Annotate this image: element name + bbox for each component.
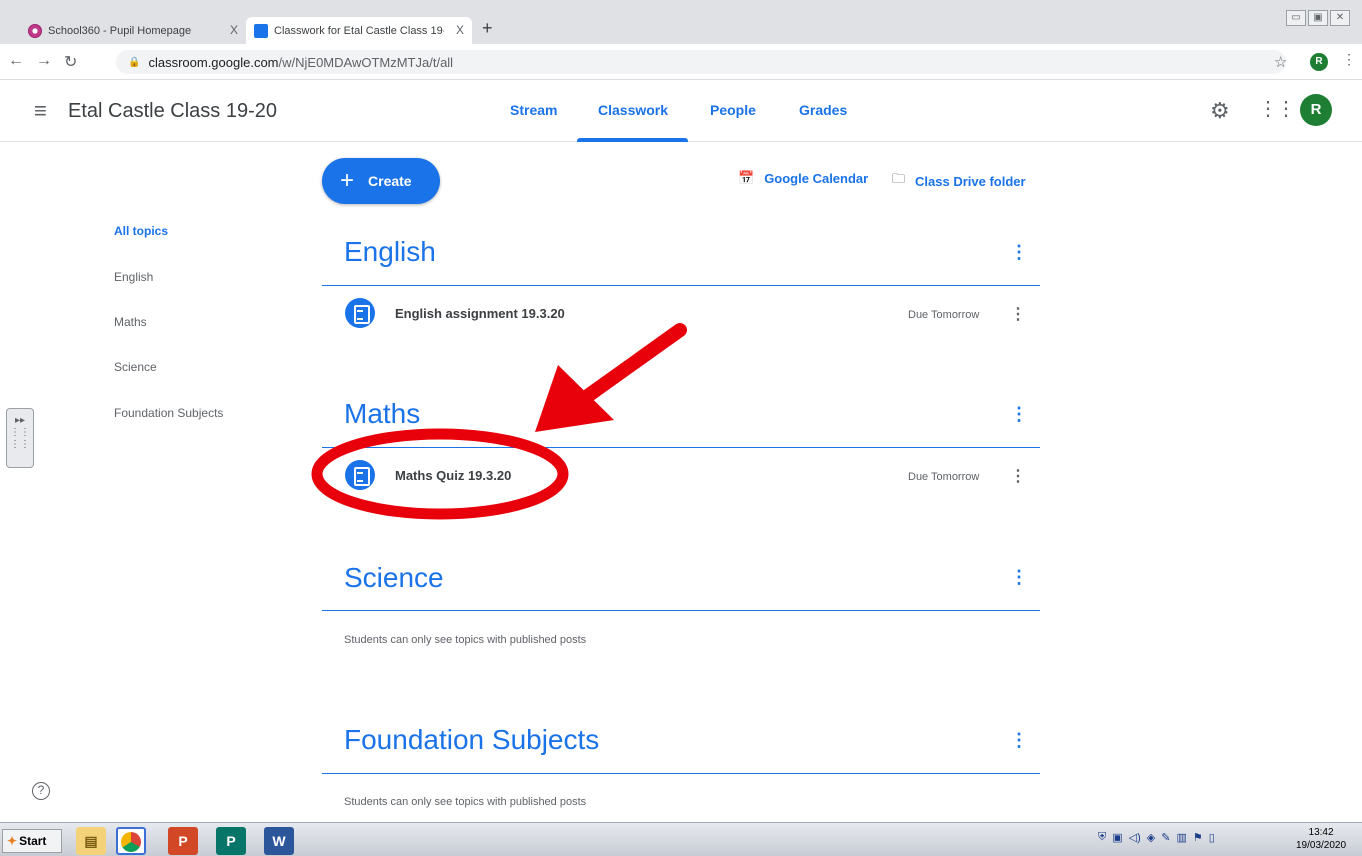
window-controls: ▭ ▣ ✕: [1286, 10, 1350, 26]
tab-classwork[interactable]: Classwork for Etal Castle Class 19-2 X: [246, 17, 472, 44]
tab-school360[interactable]: School360 - Pupil Homepage X: [20, 17, 246, 44]
tray-monitor-icon[interactable]: ▥: [1176, 831, 1186, 844]
browser-profile-avatar[interactable]: R: [1310, 53, 1328, 71]
sidebar-topic-all[interactable]: All topics: [114, 224, 168, 238]
section-title-foundation: Foundation Subjects: [344, 724, 600, 755]
url-domain: classroom.google.com: [148, 54, 279, 70]
assignment-title[interactable]: English assignment 19.3.20: [395, 306, 565, 321]
calendar-label: Google Calendar: [764, 170, 869, 186]
system-tray: ⛨ ▣ ◁) ◈ ✎ ▥ ⚑ ▯: [1098, 831, 1215, 844]
lock-icon: 🔒: [128, 56, 141, 68]
start-label: Start: [19, 834, 47, 848]
section-divider: [322, 610, 1040, 611]
address-bar[interactable]: 🔒 classroom.google.com/w/NjE0MDAwOTMzMTJ…: [116, 50, 1286, 74]
file-explorer-icon[interactable]: ▤: [76, 827, 106, 855]
tray-flag-icon[interactable]: ⚑: [1193, 831, 1203, 844]
minimize-icon[interactable]: ▭: [1286, 10, 1306, 26]
section-title-science: Science: [344, 562, 444, 593]
due-date: Due Tomorrow: [908, 309, 980, 321]
start-button[interactable]: ✦ Start: [2, 829, 62, 853]
empty-topic-note: Students can only see topics with publis…: [344, 796, 587, 808]
sidebar-topic-maths[interactable]: Maths: [114, 315, 147, 329]
assignment-icon: [345, 298, 375, 328]
powerpoint-icon[interactable]: P: [168, 827, 198, 855]
tray-device-icon[interactable]: ▯: [1209, 831, 1215, 844]
due-date: Due Tomorrow: [908, 471, 980, 483]
browser-toolbar: ← → ↻ 🔒 classroom.google.com/w/NjE0MDAwO…: [0, 44, 1362, 80]
settings-gear-icon[interactable]: ⚙: [1210, 98, 1230, 124]
item-more-icon[interactable]: ⋮: [1010, 304, 1026, 324]
windows-flag-icon: ✦: [7, 834, 18, 848]
url-path: /w/NjE0MDAwOTMzMTJa/t/all: [278, 54, 454, 70]
section-title-maths: Maths: [344, 398, 421, 429]
classroom-header: ≡ Etal Castle Class 19-20 Stream Classwo…: [0, 80, 1362, 142]
word-icon[interactable]: W: [264, 827, 294, 855]
active-tab-indicator: [577, 138, 688, 142]
create-label: Create: [368, 173, 412, 189]
tab-title: Classwork for Etal Castle Class 19-2: [274, 24, 444, 37]
network-icon[interactable]: ▣: [1112, 831, 1122, 844]
tab-title: School360 - Pupil Homepage: [48, 24, 192, 37]
reload-icon[interactable]: ↻: [64, 52, 77, 72]
section-divider: [322, 285, 1040, 286]
assignment-icon: [345, 460, 375, 490]
help-icon[interactable]: ?: [32, 782, 50, 800]
school360-icon: [28, 23, 42, 38]
browser-tab-strip: School360 - Pupil Homepage X Classwork f…: [0, 0, 1362, 44]
class-drive-folder-link[interactable]: 🗀 Class Drive folder: [892, 170, 1026, 192]
arrow-shaft: [568, 323, 687, 412]
section-more-icon[interactable]: ⋮: [1010, 567, 1028, 588]
section-divider: [322, 773, 1040, 774]
volume-icon[interactable]: ◁): [1129, 831, 1141, 844]
drive-label: Class Drive folder: [915, 173, 1026, 189]
main-menu-icon[interactable]: ≡: [34, 98, 47, 124]
chrome-icon[interactable]: [116, 827, 146, 855]
tray-tool-icon[interactable]: ✎: [1161, 831, 1170, 844]
create-button[interactable]: + Create: [322, 158, 440, 204]
class-title[interactable]: Etal Castle Class 19-20: [68, 100, 277, 123]
windows-taskbar: ✦ Start ▤ P P W ⛨ ▣ ◁) ◈ ✎ ▥ ⚑ ▯ 13:42 1…: [0, 822, 1362, 856]
maximize-icon[interactable]: ▣: [1308, 10, 1328, 26]
section-more-icon[interactable]: ⋮: [1010, 730, 1028, 751]
publisher-icon[interactable]: P: [216, 827, 246, 855]
assignment-title[interactable]: Maths Quiz 19.3.20: [395, 468, 511, 483]
plus-icon: +: [340, 167, 355, 194]
item-more-icon[interactable]: ⋮: [1010, 466, 1026, 486]
sidebar-topic-english[interactable]: English: [114, 270, 153, 284]
section-title-english: English: [344, 236, 436, 267]
back-arrow-icon[interactable]: ←: [8, 52, 24, 70]
arrow-head: [535, 365, 614, 432]
bookmark-star-icon[interactable]: ☆: [1274, 53, 1287, 71]
sidebar-topic-science[interactable]: Science: [114, 360, 157, 374]
close-window-icon[interactable]: ✕: [1330, 10, 1350, 26]
empty-topic-note: Students can only see topics with publis…: [344, 634, 587, 646]
shield-icon[interactable]: ⛨: [1098, 831, 1106, 844]
calendar-icon: 📅: [738, 170, 755, 185]
close-tab-icon[interactable]: X: [456, 23, 464, 37]
new-tab-button[interactable]: +: [482, 18, 493, 39]
close-tab-icon[interactable]: X: [230, 23, 238, 37]
tab-people[interactable]: People: [710, 102, 756, 118]
tab-classwork[interactable]: Classwork: [598, 102, 668, 118]
folder-icon: 🗀: [892, 171, 906, 186]
tray-app-icon[interactable]: ◈: [1147, 831, 1155, 844]
section-more-icon[interactable]: ⋮: [1010, 242, 1028, 263]
classroom-icon: [254, 23, 268, 38]
clock-date: 19/03/2020: [1296, 840, 1347, 851]
section-divider: [322, 447, 1040, 448]
system-clock[interactable]: 13:42 19/03/2020: [1296, 826, 1346, 852]
forward-arrow-icon[interactable]: →: [36, 52, 52, 70]
side-panel-handle[interactable]: ▸▸ ⋮⋮ ⋮⋮: [6, 408, 34, 468]
clock-time: 13:42: [1308, 827, 1334, 838]
sidebar-topic-foundation[interactable]: Foundation Subjects: [114, 406, 223, 420]
section-more-icon[interactable]: ⋮: [1010, 404, 1028, 425]
browser-menu-icon[interactable]: ⋮: [1342, 51, 1356, 68]
google-calendar-link[interactable]: 📅 Google Calendar: [738, 170, 868, 186]
tab-stream[interactable]: Stream: [510, 102, 557, 118]
account-avatar[interactable]: R: [1300, 94, 1332, 126]
tab-grades[interactable]: Grades: [799, 102, 847, 118]
